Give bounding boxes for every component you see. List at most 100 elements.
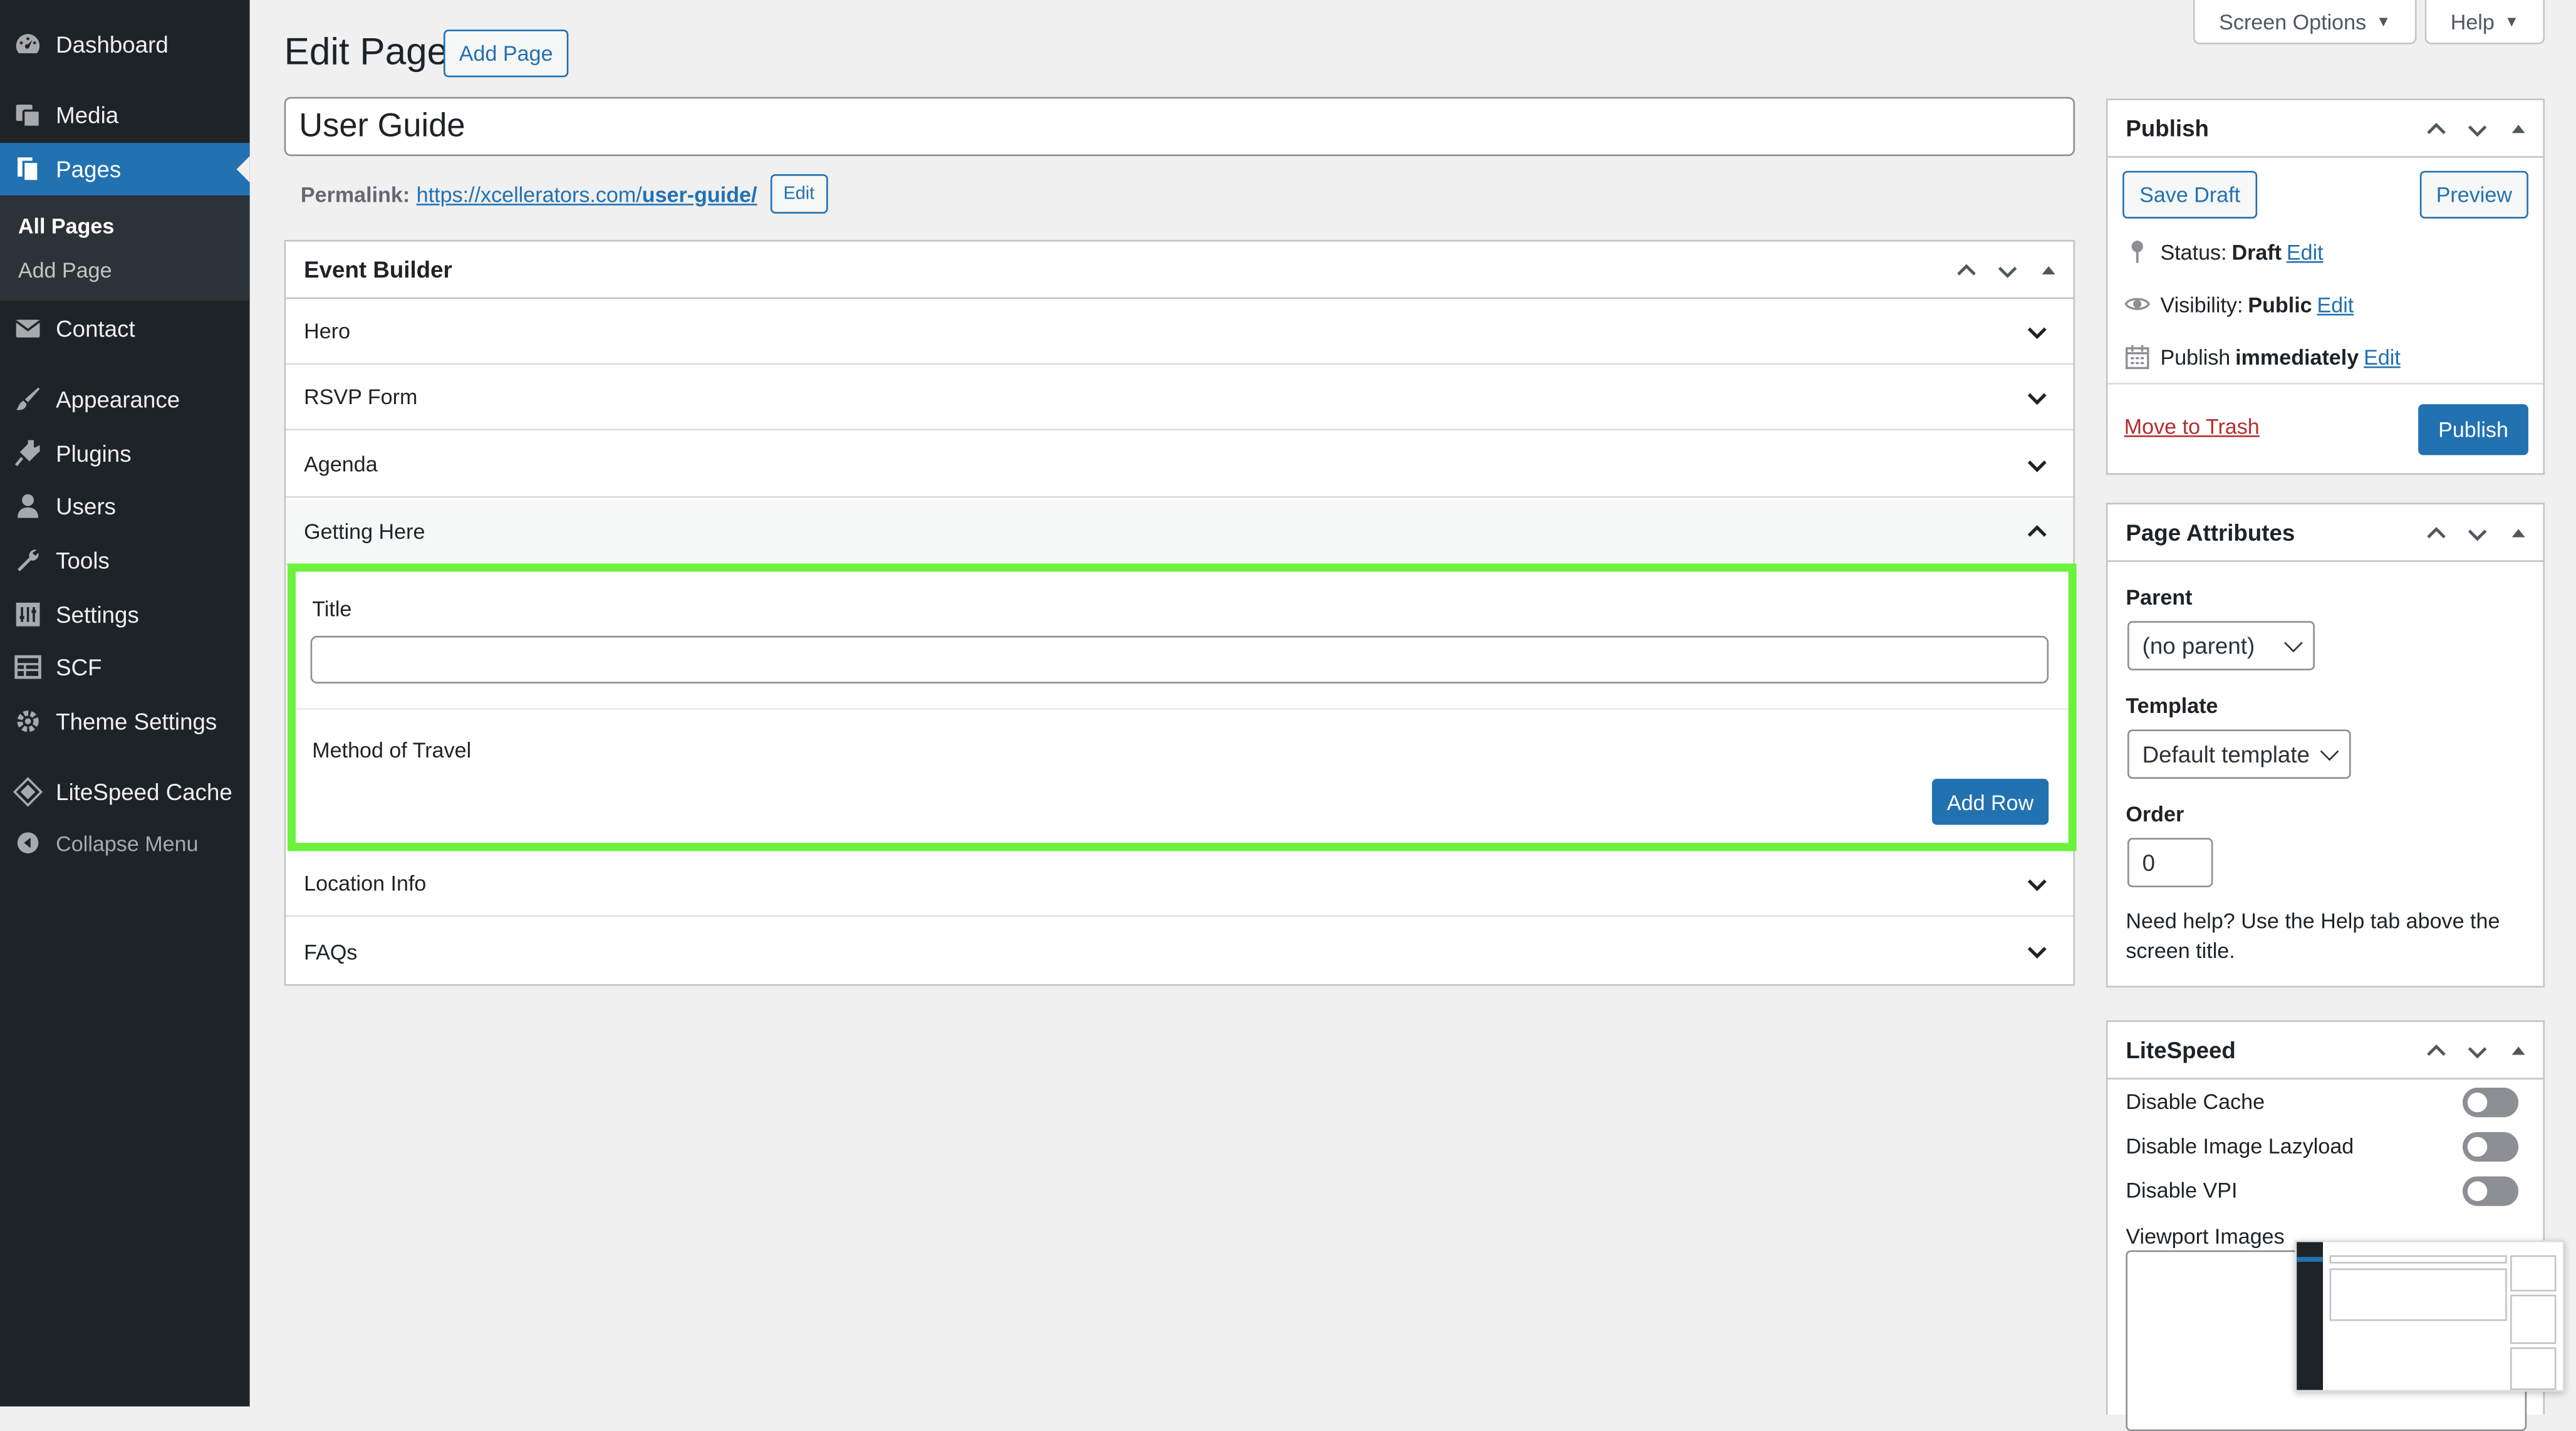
menu-tools[interactable]: Tools — [0, 534, 250, 586]
add-row-button[interactable]: Add Row — [1931, 779, 2049, 825]
section-label: Agenda — [304, 452, 378, 477]
toggle-panel-icon[interactable] — [2502, 1034, 2533, 1067]
menu-appearance[interactable]: Appearance — [0, 373, 250, 425]
help-label: Help — [2450, 9, 2495, 34]
menu-scf[interactable]: SCF — [0, 641, 250, 694]
permalink-base: https://xcellerators.com/ — [416, 181, 642, 207]
menu-users[interactable]: Users — [0, 480, 250, 533]
menu-label: Users — [56, 492, 117, 519]
submenu-all-pages[interactable]: All Pages — [18, 214, 114, 238]
menu-label: Media — [56, 101, 119, 128]
save-draft-button[interactable]: Save Draft — [2122, 170, 2258, 219]
section-location-info[interactable]: Location Info — [286, 851, 2074, 917]
chevron-up-icon — [2027, 525, 2047, 537]
section-getting-here[interactable]: Getting Here — [286, 499, 2074, 566]
section-label: Getting Here — [304, 519, 425, 544]
page-attributes-header: Page Attributes — [2107, 504, 2543, 562]
move-up-icon[interactable] — [1950, 254, 1981, 286]
section-label: Hero — [304, 318, 351, 344]
submenu-add-page[interactable]: Add Page — [18, 258, 112, 283]
menu-label: Plugins — [56, 440, 132, 467]
section-label: Location Info — [304, 870, 427, 896]
chevron-down-icon — [2027, 879, 2047, 892]
menu-label: Dashboard — [56, 31, 169, 58]
help-button[interactable]: Help ▼ — [2424, 0, 2545, 44]
section-agenda[interactable]: Agenda — [286, 432, 2074, 498]
event-builder-header: Event Builder — [286, 241, 2074, 299]
parent-label: Parent — [2126, 585, 2193, 610]
move-up-icon[interactable] — [2420, 1034, 2451, 1067]
collapse-menu[interactable]: Collapse Menu — [0, 816, 250, 869]
disable-cache-toggle[interactable] — [2462, 1088, 2519, 1118]
menu-plugins[interactable]: Plugins — [0, 427, 250, 480]
permalink-edit-button[interactable]: Edit — [770, 174, 828, 214]
getting-here-fields: Title Method of Travel Add Row — [287, 563, 2077, 851]
disable-vpi-toggle[interactable] — [2462, 1176, 2519, 1206]
permalink-link[interactable]: https://xcellerators.com/user-guide/ — [417, 182, 757, 206]
box-title: Page Attributes — [2126, 519, 2295, 546]
menu-label: Pages — [56, 156, 122, 183]
menu-litespeed-cache[interactable]: LiteSpeed Cache — [0, 766, 250, 818]
menu-theme-settings[interactable]: Theme Settings — [0, 695, 250, 747]
publish-value: immediately — [2235, 344, 2359, 369]
publish-button[interactable]: Publish — [2418, 404, 2528, 455]
publish-label: Publish — [2160, 344, 2231, 369]
gear-icon — [13, 707, 43, 736]
media-icon — [13, 100, 43, 130]
section-rsvp-form[interactable]: RSVP Form — [286, 365, 2074, 431]
pages-submenu: All Pages Add Page — [0, 195, 250, 301]
sliders-icon — [13, 600, 43, 629]
chevron-down-icon — [2284, 633, 2303, 653]
screen-options-button[interactable]: Screen Options ▼ — [2193, 0, 2417, 44]
publish-edit-link[interactable]: Edit — [2364, 344, 2401, 368]
move-to-trash-link[interactable]: Move to Trash — [2124, 414, 2260, 439]
order-input[interactable]: 0 — [2127, 838, 2213, 888]
menu-settings[interactable]: Settings — [0, 588, 250, 641]
chevron-down-icon — [2027, 393, 2047, 405]
parent-value: (no parent) — [2142, 632, 2255, 659]
toggle-panel-icon[interactable] — [2502, 517, 2533, 549]
status-label: Status: — [2160, 239, 2227, 264]
chevron-down-icon — [2027, 327, 2047, 340]
move-down-icon[interactable] — [2461, 1034, 2492, 1067]
disable-cache-label: Disable Cache — [2126, 1089, 2265, 1114]
admin-sidebar: Dashboard Media Pages All Pages Add Page… — [0, 0, 250, 1407]
status-edit-link[interactable]: Edit — [2287, 239, 2324, 264]
parent-select[interactable]: (no parent) — [2127, 621, 2315, 670]
post-title-input[interactable] — [284, 96, 2075, 157]
menu-label: Settings — [56, 601, 139, 628]
menu-media[interactable]: Media — [0, 89, 250, 142]
add-page-button[interactable]: Add Page — [444, 29, 569, 78]
triangle-down-icon: ▼ — [2376, 13, 2391, 30]
disable-lazyload-toggle[interactable] — [2462, 1132, 2519, 1162]
toggle-panel-icon[interactable] — [2502, 113, 2533, 145]
menu-label: LiteSpeed Cache — [56, 779, 232, 805]
title-field-label: Title — [312, 596, 352, 622]
visibility-edit-link[interactable]: Edit — [2317, 291, 2354, 316]
move-down-icon[interactable] — [1991, 254, 2022, 286]
pages-icon — [13, 155, 43, 184]
dashboard-icon — [13, 29, 43, 59]
menu-label: Contact — [56, 315, 135, 342]
menu-dashboard[interactable]: Dashboard — [0, 18, 250, 71]
schedule-row: Publish immediately Edit — [2124, 343, 2401, 370]
user-icon — [13, 491, 43, 521]
box-title: LiteSpeed — [2126, 1036, 2236, 1063]
menu-contact[interactable]: Contact — [0, 303, 250, 355]
section-label: RSVP Form — [304, 384, 418, 409]
help-text: Need help? Use the Help tab above the sc… — [2126, 908, 2500, 963]
menu-pages[interactable]: Pages — [0, 143, 250, 196]
menu-label: Tools — [56, 547, 110, 574]
toggle-panel-icon[interactable] — [2032, 254, 2064, 286]
move-down-icon[interactable] — [2461, 113, 2492, 145]
section-faqs[interactable]: FAQs — [286, 918, 2073, 984]
section-hero[interactable]: Hero — [286, 299, 2074, 365]
preview-button[interactable]: Preview — [2419, 170, 2528, 219]
menu-label: SCF — [56, 653, 102, 680]
move-down-icon[interactable] — [2461, 517, 2492, 549]
template-select[interactable]: Default template — [2127, 729, 2351, 779]
title-field-input[interactable] — [310, 635, 2049, 684]
screenshot-thumbnail[interactable] — [2295, 1240, 2565, 1392]
move-up-icon[interactable] — [2420, 517, 2451, 549]
move-up-icon[interactable] — [2420, 113, 2451, 145]
